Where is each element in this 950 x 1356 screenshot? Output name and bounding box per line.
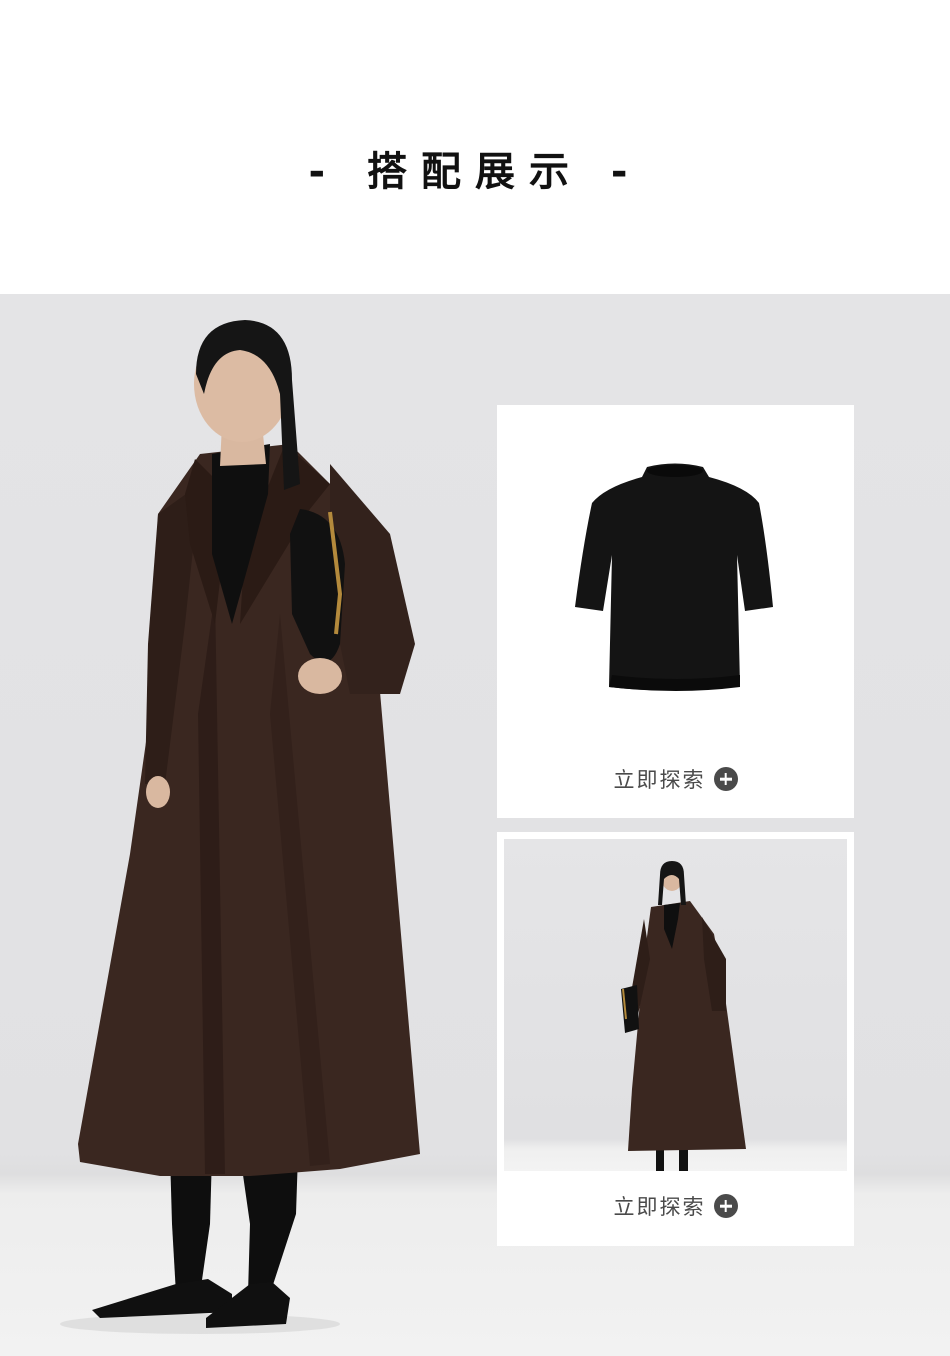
product-image[interactable] (497, 405, 854, 745)
explore-button[interactable]: 立即探索 (497, 759, 854, 799)
section-title: - 搭配展示 - (308, 149, 642, 195)
explore-label: 立即探索 (613, 1195, 706, 1219)
product-card-top[interactable]: 立即探索 (497, 405, 854, 818)
plus-circle-icon (713, 1194, 738, 1218)
section-header: - 搭配展示 - (0, 0, 950, 294)
explore-label: 立即探索 (613, 768, 706, 792)
explore-button[interactable]: 立即探索 (497, 1186, 854, 1226)
product-card-coat[interactable]: 立即探索 (497, 832, 854, 1246)
black-knit-top-icon (575, 463, 773, 691)
plus-circle-icon (713, 767, 738, 791)
product-image[interactable] (504, 839, 847, 1171)
model-photo-icon (621, 861, 746, 1171)
